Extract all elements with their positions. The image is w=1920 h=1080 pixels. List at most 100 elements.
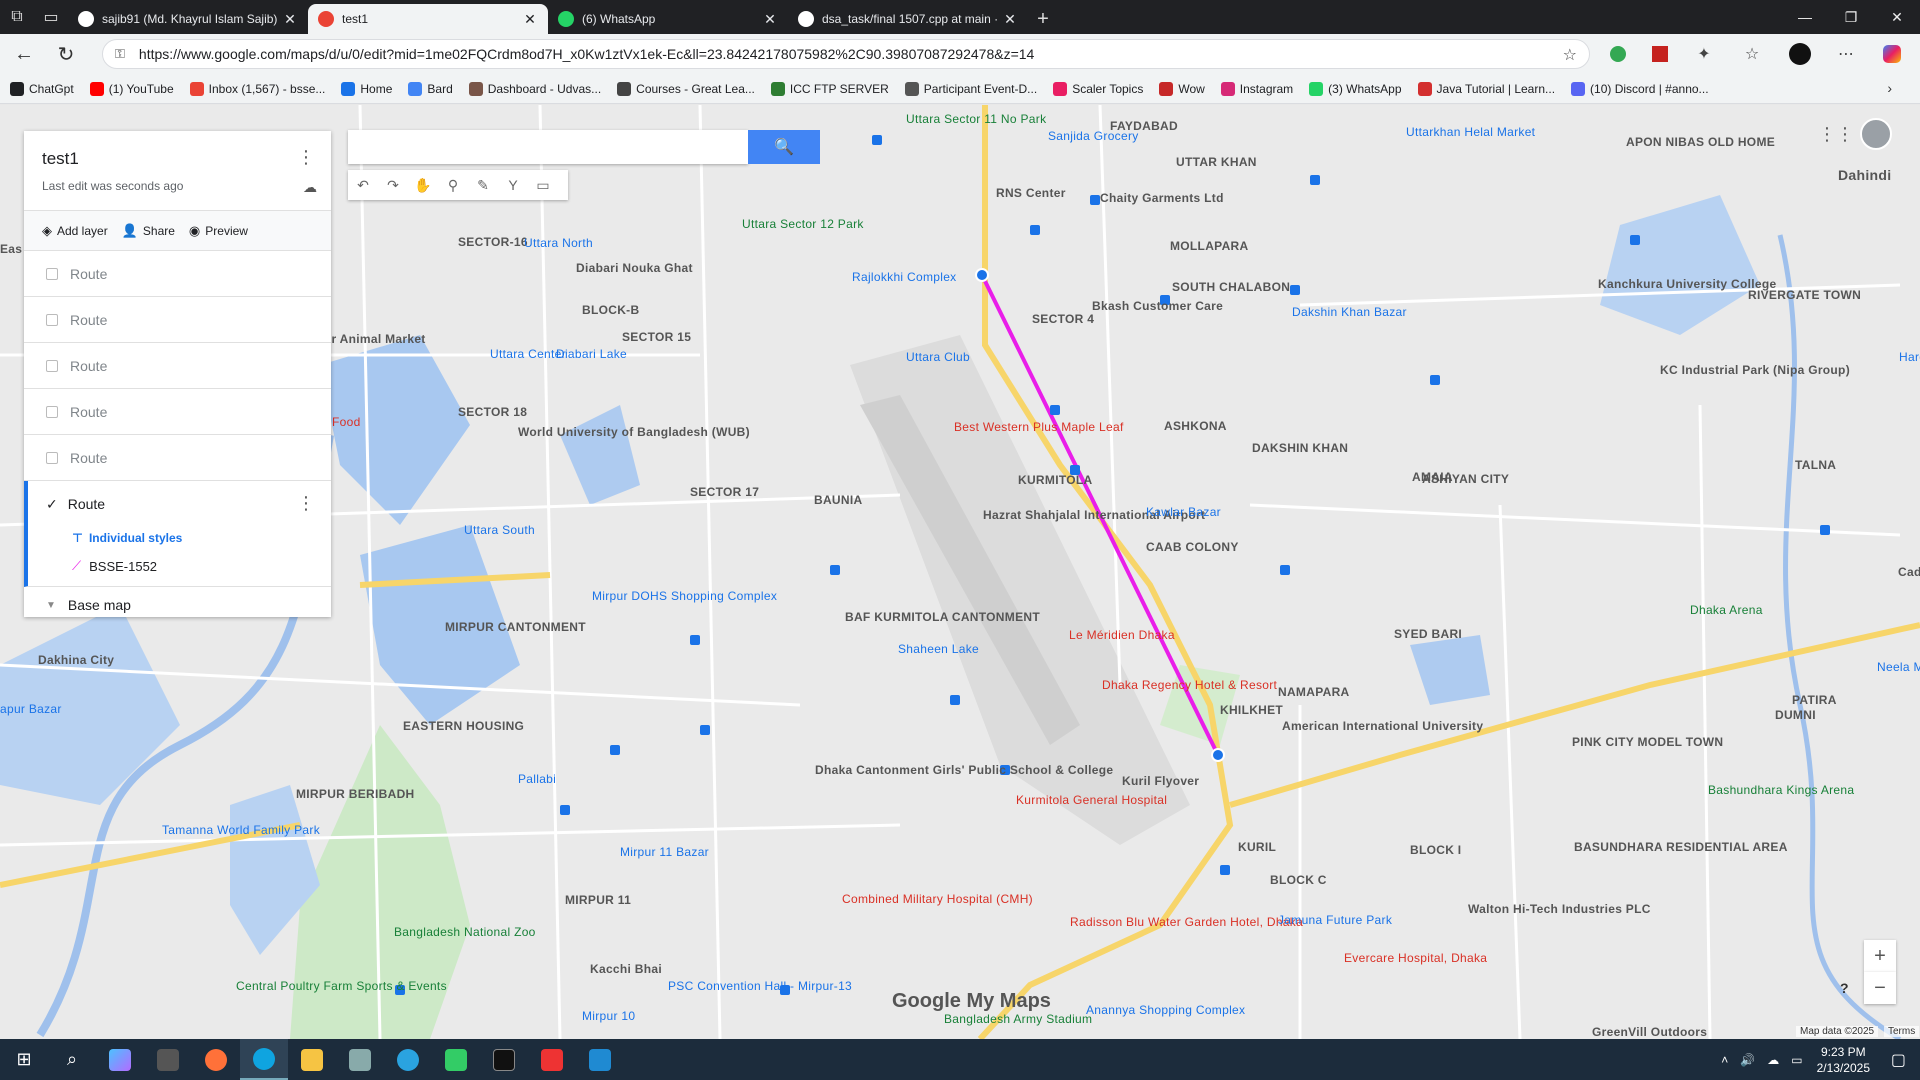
bookmark-item[interactable]: ICC FTP SERVER: [770, 81, 889, 96]
map-label[interactable]: Diabari Nouka Ghat: [576, 261, 693, 275]
app-taskbar-icon[interactable]: [144, 1039, 192, 1080]
close-tab-icon[interactable]: ✕: [282, 11, 298, 28]
map-label[interactable]: CAAB COLONY: [1146, 540, 1239, 554]
map-label[interactable]: Kuril Flyover: [1122, 774, 1199, 788]
map-label[interactable]: Dakshin Khan Bazar: [1292, 305, 1407, 319]
network-icon[interactable]: ▭: [1791, 1053, 1802, 1067]
notifications-icon[interactable]: ▢: [1891, 1050, 1906, 1070]
map-label[interactable]: Chaity Garments Ltd: [1100, 191, 1224, 205]
layer-checkbox[interactable]: [46, 451, 58, 464]
map-label[interactable]: DAKSHIN KHAN: [1252, 441, 1348, 455]
map-label[interactable]: BAF KURMITOLA CANTONMENT: [845, 610, 1040, 624]
layer-checkbox[interactable]: [46, 267, 58, 280]
map-label[interactable]: Uttara South: [464, 523, 535, 537]
map-label[interactable]: Radisson Blu Water Garden Hotel, Dhaka: [1070, 915, 1303, 929]
new-tab-button[interactable]: +: [1028, 4, 1058, 34]
close-tab-icon[interactable]: ✕: [762, 11, 778, 28]
bookmark-item[interactable]: Scaler Topics: [1053, 81, 1143, 96]
file-explorer-icon[interactable]: [288, 1039, 336, 1080]
start-button[interactable]: ⊞: [0, 1039, 48, 1080]
bookmark-item[interactable]: Instagram: [1220, 81, 1293, 96]
share-button[interactable]: 👤 Share: [122, 223, 175, 239]
measure-icon[interactable]: ▭: [528, 170, 558, 200]
map-label[interactable]: Uttara Sector 11 No Park: [906, 112, 1046, 126]
checked-checkbox[interactable]: ✓: [46, 496, 58, 513]
map-label[interactable]: KURMITOLA: [1018, 473, 1092, 487]
close-tab-icon[interactable]: ✕: [1002, 11, 1018, 28]
map-label[interactable]: BLOCK C: [1270, 873, 1327, 887]
layer-options-icon[interactable]: ⋮: [297, 493, 315, 514]
map-label[interactable]: Bangladesh Army Stadium: [944, 1012, 1092, 1026]
map-label[interactable]: Dhaka Regency Hotel & Resort: [1102, 678, 1277, 692]
active-layer-name[interactable]: Route: [68, 496, 105, 512]
minimize-button[interactable]: —: [1782, 0, 1828, 34]
map-label[interactable]: BLOCK-B: [582, 303, 639, 317]
browser-tab[interactable]: dsa_task/final 1507.cpp at main · ✕: [788, 4, 1028, 34]
map-label[interactable]: Best Western Plus Maple Leaf: [954, 420, 1124, 434]
route-feature[interactable]: ⟋ BSSE-1552: [28, 549, 331, 583]
map-label[interactable]: Jamuna Future Park: [1278, 913, 1392, 927]
bookmark-item[interactable]: Java Tutorial | Learn...: [1417, 81, 1555, 96]
undo-icon[interactable]: ↶: [348, 170, 378, 200]
extensions-puzzle-icon[interactable]: ✦: [1692, 42, 1716, 66]
bookmark-item[interactable]: Bard: [408, 81, 453, 96]
map-label[interactable]: APON NIBAS OLD HOME: [1626, 135, 1775, 149]
map-label[interactable]: UTTAR KHAN: [1176, 155, 1257, 169]
map-label[interactable]: MIRPUR BERIBADH: [296, 787, 415, 801]
map-label[interactable]: Food: [332, 415, 361, 429]
layer-checkbox[interactable]: [46, 313, 58, 326]
close-tab-icon[interactable]: ✕: [522, 11, 538, 28]
map-label[interactable]: RNS Center: [996, 186, 1066, 200]
map-label[interactable]: SECTOR-16: [458, 235, 528, 249]
favorites-icon[interactable]: ☆: [1740, 42, 1764, 66]
map-label[interactable]: Cade: [1898, 565, 1920, 579]
back-button[interactable]: ←: [6, 36, 42, 72]
search-taskbar-icon[interactable]: ⌕: [48, 1039, 96, 1080]
map-label[interactable]: Dhaka Arena: [1690, 603, 1763, 617]
layer-checkbox[interactable]: [46, 359, 58, 372]
map-label[interactable]: Uttara Center: [490, 347, 566, 361]
map-label[interactable]: MIRPUR CANTONMENT: [445, 620, 586, 634]
bookmark-star-icon[interactable]: ☆: [1563, 45, 1577, 65]
zoom-in-button[interactable]: +: [1864, 940, 1896, 972]
map-label[interactable]: Eas: [0, 242, 22, 256]
office-icon[interactable]: [528, 1039, 576, 1080]
map-label[interactable]: Bangladesh National Zoo: [394, 925, 536, 939]
map-label[interactable]: NAMAPARA: [1278, 685, 1350, 699]
bookmark-item[interactable]: Participant Event-D...: [904, 81, 1037, 96]
active-layer[interactable]: ✓ Route ⋮ ⊤ Individual styles ⟋ BSSE-1552: [24, 481, 331, 587]
map-label[interactable]: Mirpur 10: [582, 1009, 635, 1023]
map-label[interactable]: DUMNI: [1775, 708, 1816, 722]
map-options-icon[interactable]: ⋮: [297, 147, 315, 168]
onedrive-icon[interactable]: ☁: [1767, 1053, 1779, 1067]
bookmark-item[interactable]: ChatGpt: [10, 81, 74, 96]
map-label[interactable]: Bashundhara Kings Arena: [1708, 783, 1854, 797]
map-label[interactable]: Pallabi: [518, 772, 556, 786]
app2-icon[interactable]: [336, 1039, 384, 1080]
clock[interactable]: 9:23 PM 2/13/2025: [1817, 1044, 1870, 1076]
profile-icon[interactable]: [1788, 42, 1812, 66]
map-label[interactable]: SECTOR 15: [622, 330, 691, 344]
map-label[interactable]: Sanjida Grocery: [1048, 129, 1139, 143]
map-label[interactable]: SECTOR 4: [1032, 312, 1094, 326]
map-search-input[interactable]: [348, 130, 748, 164]
help-icon[interactable]: ?: [1840, 980, 1849, 996]
map-label[interactable]: Kurmitola General Hospital: [1016, 793, 1167, 807]
map-label[interactable]: KHILKHET: [1220, 703, 1283, 717]
layer-item[interactable]: Route: [24, 389, 331, 435]
map-label[interactable]: BLOCK I: [1410, 843, 1461, 857]
map-label[interactable]: SYED BARI: [1394, 627, 1462, 641]
map-label[interactable]: Dahindi: [1838, 167, 1891, 183]
extension-red-icon[interactable]: [1648, 42, 1672, 66]
bookmark-item[interactable]: Courses - Great Lea...: [617, 81, 755, 96]
map-label[interactable]: Evercare Hospital, Dhaka: [1344, 951, 1487, 965]
map-label[interactable]: Kanchkura University College: [1598, 277, 1776, 291]
map-label[interactable]: Shaheen Lake: [898, 642, 979, 656]
map-label[interactable]: PATIRA: [1792, 693, 1837, 707]
directions-icon[interactable]: Y: [498, 170, 528, 200]
individual-styles-link[interactable]: ⊤ Individual styles: [28, 527, 331, 549]
map-label[interactable]: Mirpur 11 Bazar: [620, 845, 709, 859]
layer-item[interactable]: Route: [24, 435, 331, 481]
map-label[interactable]: PINK CITY MODEL TOWN: [1572, 735, 1723, 749]
copilot-icon[interactable]: [1880, 42, 1904, 66]
